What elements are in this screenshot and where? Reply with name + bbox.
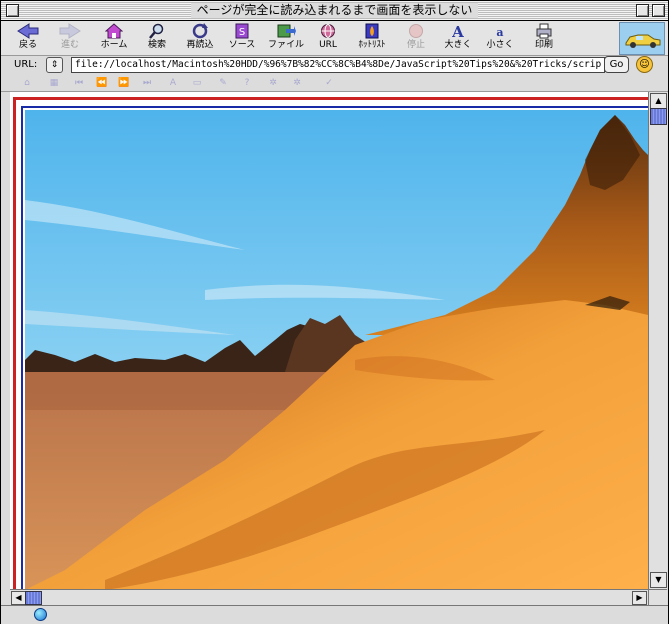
url-icon — [307, 23, 349, 40]
go-button[interactable]: Go — [604, 56, 629, 73]
larger-text-label: 大きく — [444, 40, 472, 50]
horizontal-scroll-thumb[interactable] — [25, 591, 42, 605]
back-label: 戻る — [18, 40, 37, 50]
svg-text:a: a — [496, 26, 503, 39]
scroll-down-arrow-icon[interactable]: ▼ — [650, 572, 667, 588]
hotlist-label: ﾎｯﾄﾘｽﾄ — [358, 40, 386, 50]
larger-text-button[interactable]: A 大きく — [437, 23, 479, 53]
first-page-icon[interactable]: ⏮ — [73, 77, 85, 89]
home-icon — [93, 23, 135, 40]
home-small-icon[interactable]: ⌂ — [21, 77, 33, 89]
zoom-box[interactable] — [636, 4, 649, 17]
search-label: 検索 — [147, 40, 166, 50]
home-button[interactable]: ホーム — [93, 23, 135, 53]
scroll-right-arrow-icon[interactable]: ▶ — [632, 591, 647, 605]
back-arrow-icon — [7, 23, 49, 40]
hotlist-button[interactable]: ﾎｯﾄﾘｽﾄ — [351, 23, 393, 53]
file-label: ファイル — [267, 40, 304, 50]
print-icon — [523, 23, 565, 40]
svg-text:A: A — [451, 23, 464, 39]
smaller-text-button[interactable]: a 小さく — [479, 23, 521, 53]
prev-page-icon[interactable]: ⏪ — [96, 77, 108, 89]
help-small-icon[interactable]: ? — [241, 77, 253, 89]
stop-icon — [395, 23, 437, 40]
forward-arrow-icon — [49, 23, 91, 40]
url-input[interactable]: file://localhost/Macintosh%20HDD/%96%7B%… — [71, 57, 605, 73]
url-label: URL — [319, 40, 337, 50]
last-page-icon[interactable]: ⏭ — [141, 77, 153, 89]
source-button[interactable]: S ソース — [221, 23, 263, 53]
search-icon — [136, 23, 178, 40]
edit-small-icon[interactable]: ✎ — [217, 77, 229, 89]
svg-text:S: S — [239, 27, 245, 38]
url-button[interactable]: URL — [307, 23, 349, 53]
collapse-box[interactable] — [652, 4, 665, 17]
smaller-text-icon: a — [479, 23, 521, 40]
stop-label: 停止 — [406, 40, 425, 50]
browser-window: ページが完全に読み込まれるまで画面を表示しない 戻る 進む ホーム 検索 再読込… — [0, 0, 669, 624]
smiley-icon[interactable]: ☺ — [636, 56, 653, 73]
print-label: 印刷 — [534, 40, 553, 50]
scroll-left-arrow-icon[interactable]: ◀ — [11, 591, 26, 605]
forward-label: 進む — [60, 40, 79, 50]
file-button[interactable]: ファイル — [265, 23, 307, 53]
reload-icon — [179, 23, 221, 40]
vertical-scrollbar[interactable]: ▲ ▼ — [648, 92, 667, 589]
title-bar[interactable]: ページが完全に読み込まれるまで画面を表示しない — [1, 1, 668, 21]
car-logo-icon — [625, 34, 661, 48]
next-page-icon[interactable]: ⏩ — [118, 77, 130, 89]
desert-landscape-image — [25, 110, 648, 589]
up-down-arrows-icon: ⇕ — [50, 60, 59, 70]
gear-small-icon[interactable]: ✲ — [267, 77, 279, 89]
personal-toolbar: ⌂ ▦ ⏮ ⏪ ⏩ ⏭ A ▭ ✎ ? ✲ ✲ ✓ — [1, 76, 668, 92]
vertical-scroll-thumb[interactable] — [650, 108, 667, 125]
image-small-icon[interactable]: ▭ — [191, 77, 203, 89]
home-label: ホーム — [100, 40, 128, 50]
source-label: ソース — [228, 40, 256, 50]
navigation-toolbar: 戻る 進む ホーム 検索 再読込 S ソース ファイル URL ﾎｯﾄﾘｽﾄ 停… — [1, 21, 668, 56]
url-field-label: URL: — [14, 59, 38, 70]
source-icon: S — [221, 23, 263, 40]
browser-logo[interactable] — [619, 22, 665, 55]
location-bar: URL: ⇕ file://localhost/Macintosh%20HDD/… — [1, 56, 668, 75]
print-button[interactable]: 印刷 — [523, 23, 565, 53]
status-bar — [1, 605, 668, 624]
window-title: ページが完全に読み込まれるまで画面を表示しない — [190, 3, 479, 18]
file-icon — [265, 23, 307, 40]
page-content — [10, 92, 648, 589]
search-button[interactable]: 検索 — [136, 23, 178, 53]
forward-button[interactable]: 進む — [49, 23, 91, 53]
horizontal-scrollbar[interactable]: ◀ ▶ — [10, 589, 648, 605]
url-history-popup[interactable]: ⇕ — [46, 57, 63, 73]
smaller-text-label: 小さく — [486, 40, 514, 50]
font-small-icon[interactable]: A — [167, 77, 179, 89]
larger-text-icon: A — [437, 23, 479, 41]
hotlist-icon — [351, 23, 393, 40]
settings-small-icon[interactable]: ✲ — [291, 77, 303, 89]
bookmark-small-icon[interactable]: ✓ — [323, 77, 335, 89]
close-box[interactable] — [6, 4, 19, 17]
scroll-up-arrow-icon[interactable]: ▲ — [650, 93, 667, 109]
resize-grow-box[interactable] — [648, 589, 667, 605]
stop-button[interactable]: 停止 — [395, 23, 437, 53]
reload-label: 再読込 — [186, 40, 214, 50]
grid-small-icon[interactable]: ▦ — [48, 77, 60, 89]
globe-icon — [34, 608, 47, 621]
reload-button[interactable]: 再読込 — [179, 23, 221, 53]
back-button[interactable]: 戻る — [7, 23, 49, 53]
